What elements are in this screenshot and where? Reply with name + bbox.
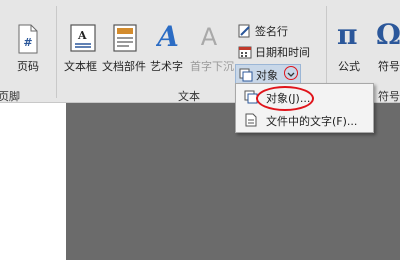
symbols-group-label: 符号: [378, 90, 400, 103]
annotation-circle: [284, 66, 298, 80]
calendar-icon: [238, 46, 252, 59]
text-box-button[interactable]: A 文本框: [62, 22, 104, 78]
svg-text:A: A: [77, 29, 87, 42]
menu-item-label: 文件中的文字(F)...: [266, 115, 358, 128]
object-label: 对象: [256, 69, 278, 82]
object-icon: [239, 68, 253, 82]
drop-cap-button[interactable]: A 首字下沉: [188, 22, 234, 78]
menu-item-text-from-file[interactable]: 文件中的文字(F)...: [236, 109, 373, 131]
text-box-icon: A: [70, 24, 96, 52]
symbol-button[interactable]: Ω 符号: [372, 18, 400, 78]
svg-text:A: A: [156, 22, 179, 50]
wordart-icon: A: [156, 22, 179, 50]
quick-parts-icon: [113, 24, 137, 52]
svg-text:A: A: [201, 23, 218, 50]
page-number-icon: #: [18, 24, 38, 54]
wordart-button[interactable]: A 艺术字: [148, 22, 188, 78]
page-number-label: 页码: [17, 60, 39, 73]
group-separator: [56, 6, 57, 98]
page-number-button[interactable]: # 页码: [8, 22, 48, 78]
equation-icon: π: [337, 18, 358, 51]
text-box-label: 文本框: [64, 60, 97, 73]
wordart-label: 艺术字: [150, 60, 183, 73]
symbol-label: 符号: [378, 60, 400, 73]
equation-label: 公式: [338, 60, 360, 73]
signature-line-button[interactable]: 签名行: [236, 22, 306, 40]
text-group-label: 文本: [178, 90, 200, 103]
date-time-label: 日期和时间: [255, 46, 310, 59]
signature-line-label: 签名行: [255, 25, 288, 38]
drop-cap-label: 首字下沉: [190, 60, 234, 73]
svg-text:#: #: [23, 36, 32, 49]
quick-parts-label: 文档部件: [102, 60, 146, 73]
drop-cap-icon: A: [201, 23, 218, 50]
signature-line-icon: [238, 24, 250, 38]
annotation-circle: [256, 86, 314, 111]
document-page[interactable]: [0, 103, 66, 260]
quick-parts-button[interactable]: 文档部件: [102, 22, 148, 78]
symbol-icon: Ω: [376, 18, 400, 51]
equation-button[interactable]: π 公式: [334, 18, 368, 78]
header-footer-group-label: 页脚: [0, 90, 20, 103]
text-from-file-icon: [245, 113, 257, 127]
date-time-button[interactable]: 日期和时间: [236, 43, 316, 61]
